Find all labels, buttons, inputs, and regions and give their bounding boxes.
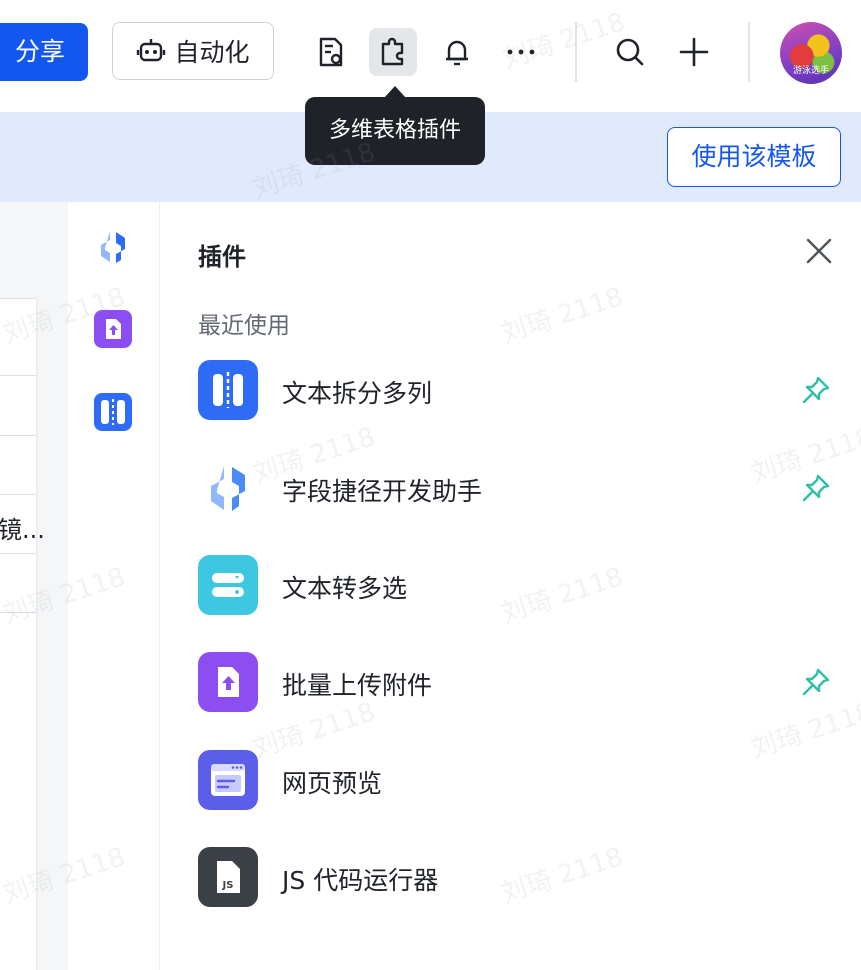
plugin-item-web-preview[interactable]: 网页预览 bbox=[198, 750, 838, 812]
row-divider bbox=[0, 435, 38, 436]
panel-title: 插件 bbox=[198, 243, 246, 271]
plugin-item-text-to-multiselect[interactable]: 文本转多选 bbox=[198, 555, 838, 617]
share-button[interactable]: 分享 bbox=[0, 23, 88, 81]
rail-upload-attachment-icon[interactable] bbox=[93, 309, 133, 349]
pin-icon[interactable] bbox=[800, 666, 832, 698]
plugin-label: 批量上传附件 bbox=[282, 671, 433, 700]
plugin-label: 文本拆分多列 bbox=[282, 379, 433, 408]
avatar[interactable]: 游泳选手 bbox=[780, 22, 842, 84]
web-preview-icon bbox=[198, 750, 258, 810]
rail-field-shortcut-icon[interactable] bbox=[93, 227, 133, 267]
automation-label: 自动化 bbox=[174, 38, 250, 67]
field-shortcut-icon bbox=[198, 458, 258, 518]
truncated-cell-text[interactable]: 镜... bbox=[0, 510, 45, 545]
bell-icon[interactable] bbox=[433, 28, 481, 76]
more-icon[interactable] bbox=[497, 28, 545, 76]
top-toolbar: 分享 自动化 游泳选手 bbox=[0, 0, 861, 112]
plugin-panel: 插件 最近使用 文本拆分多列 字段捷径开发助手 文本转多选 批量上传附件 网页预… bbox=[160, 202, 861, 970]
plugin-icon[interactable] bbox=[369, 28, 417, 76]
avatar-text: 游泳选手 bbox=[792, 66, 829, 76]
text-to-multiselect-icon bbox=[198, 555, 258, 615]
svg-text:JS: JS bbox=[222, 880, 234, 891]
row-divider bbox=[0, 494, 38, 495]
plugin-item-field-shortcut[interactable]: 字段捷径开发助手 bbox=[198, 458, 838, 520]
pin-icon[interactable] bbox=[800, 374, 832, 406]
pin-icon[interactable] bbox=[800, 472, 832, 504]
automation-button[interactable]: 自动化 bbox=[112, 22, 274, 80]
upload-attachment-icon bbox=[198, 652, 258, 712]
panel-shadow bbox=[36, 298, 38, 970]
toolbar-divider bbox=[748, 22, 750, 82]
use-template-button[interactable]: 使用该模板 bbox=[667, 127, 841, 187]
rail-split-columns-icon[interactable] bbox=[93, 392, 133, 432]
toolbar-divider bbox=[575, 22, 577, 82]
plugin-item-split-columns[interactable]: 文本拆分多列 bbox=[198, 360, 838, 422]
plus-icon[interactable] bbox=[670, 28, 718, 76]
row-divider bbox=[0, 298, 38, 299]
search-icon[interactable] bbox=[606, 28, 654, 76]
document-settings-icon[interactable] bbox=[306, 28, 354, 76]
row-divider bbox=[0, 553, 38, 554]
close-icon[interactable] bbox=[804, 236, 834, 266]
plugin-rail bbox=[68, 202, 160, 970]
plugin-item-upload-attachment[interactable]: 批量上传附件 bbox=[198, 652, 838, 714]
plugin-label: 网页预览 bbox=[282, 769, 383, 798]
plugin-label: 文本转多选 bbox=[282, 574, 408, 603]
row-divider bbox=[0, 375, 38, 376]
plugin-tooltip: 多维表格插件 bbox=[305, 97, 485, 165]
split-columns-icon bbox=[198, 360, 258, 420]
plugin-item-js-runner[interactable]: JS JS 代码运行器 bbox=[198, 847, 838, 909]
js-runner-icon: JS bbox=[198, 847, 258, 907]
robot-icon bbox=[136, 36, 166, 66]
left-content-area bbox=[0, 298, 38, 970]
row-divider bbox=[0, 612, 38, 613]
recent-section-label: 最近使用 bbox=[198, 313, 290, 339]
plugin-label: 字段捷径开发助手 bbox=[282, 477, 483, 506]
plugin-label: JS 代码运行器 bbox=[282, 866, 439, 895]
